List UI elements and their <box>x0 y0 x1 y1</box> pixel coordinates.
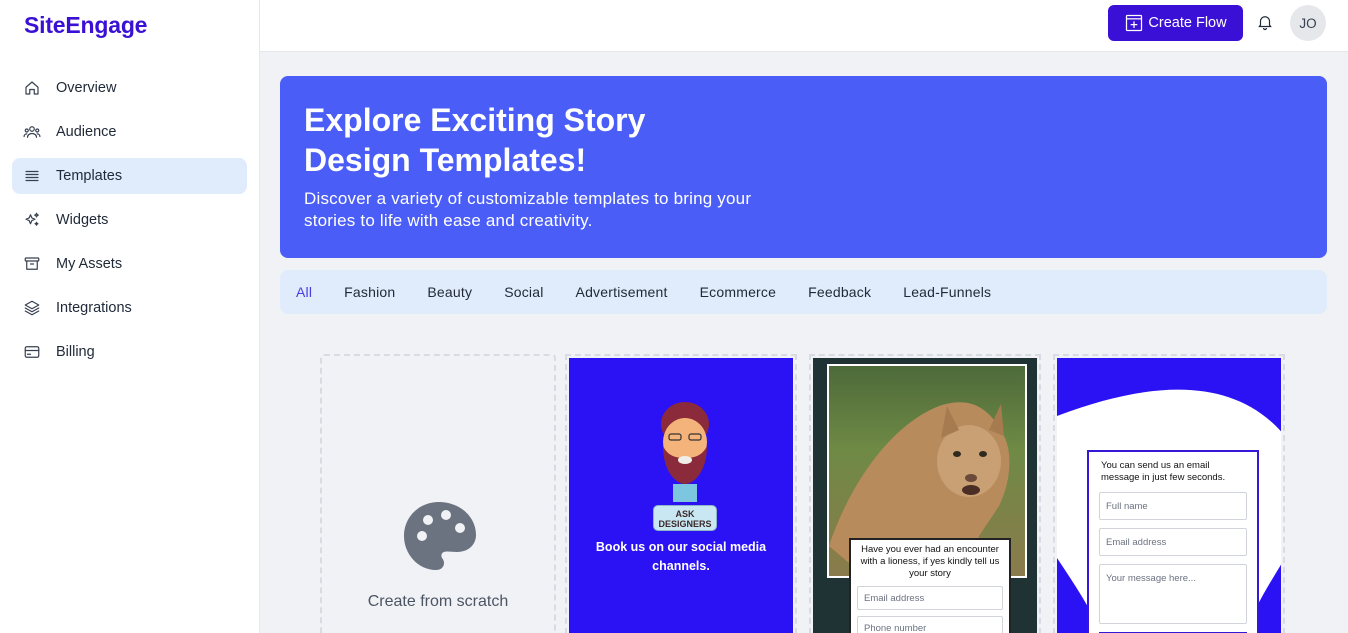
add-square-icon <box>1126 14 1143 32</box>
encounter-form: Have you ever had an encounter with a li… <box>849 538 1011 633</box>
hero-title: Explore Exciting Story Design Templates! <box>304 102 646 178</box>
full-name-field: Full name <box>1099 492 1247 520</box>
tab-lead-funnels[interactable]: Lead-Funnels <box>903 284 991 300</box>
sidebar-item-widgets[interactable]: Widgets <box>12 202 247 238</box>
layers-icon <box>22 298 42 318</box>
sidebar-item-label: Overview <box>56 80 117 96</box>
ask-designers-badge: ASK DESIGNERS <box>653 505 717 531</box>
tab-beauty[interactable]: Beauty <box>427 284 472 300</box>
tab-ecommerce[interactable]: Ecommerce <box>700 284 776 300</box>
tab-advertisement[interactable]: Advertisement <box>576 284 668 300</box>
brand-logo[interactable]: SiteEngage <box>24 12 147 39</box>
credit-card-icon <box>22 342 42 362</box>
notifications-button[interactable] <box>1256 13 1276 33</box>
users-icon <box>22 122 42 142</box>
sparkles-icon <box>22 210 42 230</box>
sidebar-item-label: Integrations <box>56 300 132 316</box>
form-message: You can send us an email message in just… <box>1101 460 1226 483</box>
email-field: Email address <box>857 586 1003 610</box>
hero-banner: Explore Exciting Story Design Templates!… <box>280 76 1327 258</box>
sidebar: SiteEngage Overview Audience Templates W… <box>0 0 260 633</box>
template-card-lioness-encounter[interactable]: Have you ever had an encounter with a li… <box>809 354 1041 633</box>
template-card-ask-designers[interactable]: ASK DESIGNERS Book us on our social medi… <box>565 354 797 633</box>
sidebar-item-label: Audience <box>56 124 117 140</box>
sidebar-item-audience[interactable]: Audience <box>12 114 247 150</box>
home-icon <box>22 78 42 98</box>
email-message-form: You can send us an email message in just… <box>1087 450 1259 633</box>
create-from-scratch-label: Create from scratch <box>367 593 509 610</box>
form-question: Have you ever had an encounter with a li… <box>860 544 1000 579</box>
hero-subtitle: Discover a variety of customizable templ… <box>304 189 752 230</box>
tab-fashion[interactable]: Fashion <box>344 284 395 300</box>
create-flow-label: Create Flow <box>1148 15 1227 31</box>
bell-icon <box>1258 16 1272 31</box>
create-flow-button[interactable]: Create Flow <box>1108 5 1243 41</box>
bearded-man-illustration <box>661 402 709 502</box>
template-card-email-message[interactable]: You can send us an email message in just… <box>1053 354 1285 633</box>
template-background: Have you ever had an encounter with a li… <box>813 358 1037 633</box>
palette-icon <box>404 502 476 570</box>
sidebar-item-overview[interactable]: Overview <box>12 70 247 106</box>
sidebar-nav: Overview Audience Templates Widgets My A… <box>12 70 247 378</box>
sidebar-item-label: Widgets <box>56 212 109 228</box>
phone-field: Phone number <box>857 616 1003 633</box>
sidebar-item-label: Templates <box>56 168 123 184</box>
top-bar: Create Flow JO <box>260 0 1348 52</box>
category-tabs: All Fashion Beauty Social Advertisement … <box>280 270 1327 314</box>
tab-feedback[interactable]: Feedback <box>808 284 871 300</box>
archive-icon <box>22 254 42 274</box>
create-from-scratch-card[interactable]: Create from scratch <box>320 354 556 633</box>
list-icon <box>22 166 42 186</box>
email-field: Email address <box>1099 528 1247 556</box>
sidebar-item-my-assets[interactable]: My Assets <box>12 246 247 282</box>
sidebar-item-label: My Assets <box>56 256 123 272</box>
tab-all[interactable]: All <box>296 284 312 300</box>
avatar[interactable]: JO <box>1290 5 1326 41</box>
sidebar-item-label: Billing <box>56 344 95 360</box>
tab-social[interactable]: Social <box>504 284 543 300</box>
template-background: ASK DESIGNERS Book us on our social medi… <box>569 358 793 633</box>
sidebar-item-integrations[interactable]: Integrations <box>12 290 247 326</box>
sidebar-item-templates[interactable]: Templates <box>12 158 247 194</box>
sidebar-item-billing[interactable]: Billing <box>12 334 247 370</box>
message-field: Your message here... <box>1099 564 1247 624</box>
template-text: Book us on our social media channels. <box>595 540 767 573</box>
template-background: You can send us an email message in just… <box>1057 358 1281 633</box>
